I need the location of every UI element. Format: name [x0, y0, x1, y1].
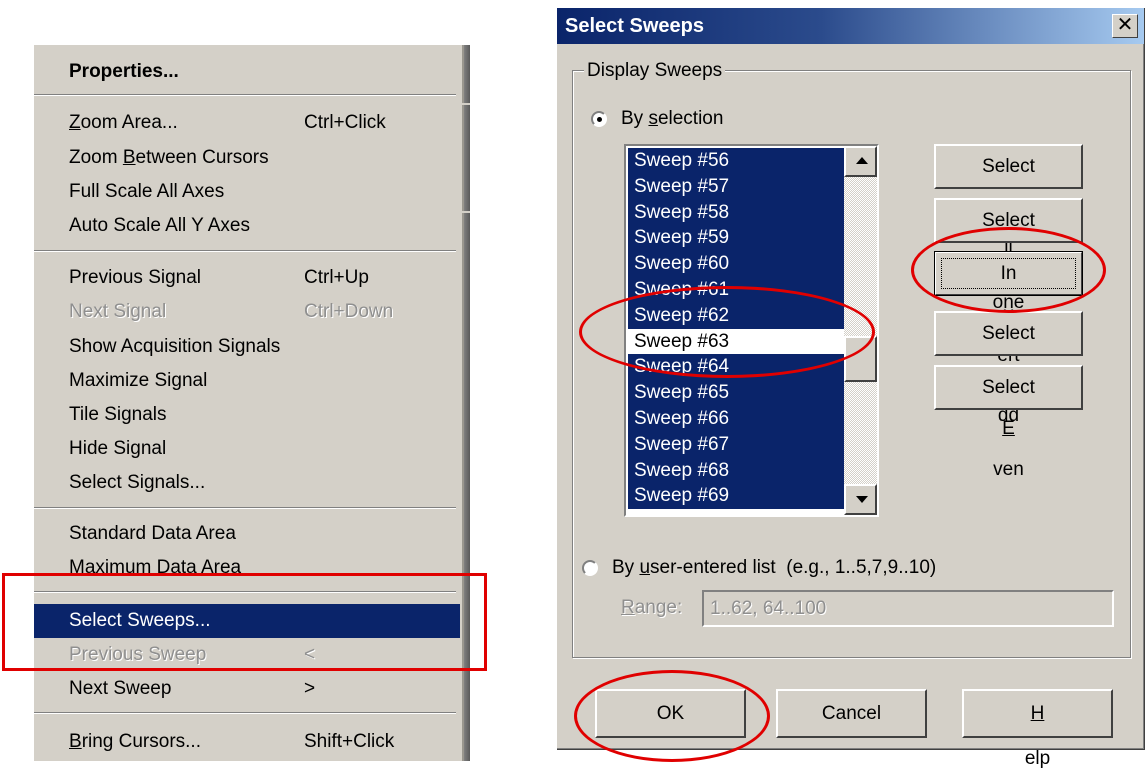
- menu-item-shortcut: Ctrl+Down: [304, 301, 394, 322]
- annotation-highlight-box: [2, 573, 487, 671]
- annotation-ellipse-invert: [911, 227, 1106, 313]
- menu-item-label: Full Scale All Axes: [69, 181, 225, 202]
- sweep-list-item[interactable]: Sweep #59: [628, 225, 844, 252]
- menu-item-previous-signal[interactable]: Previous Signal Ctrl+Up: [34, 261, 462, 295]
- menu-item-bring-cursors[interactable]: Bring Cursors... Shift+Click: [34, 725, 462, 759]
- menu-item-properties[interactable]: Properties...: [34, 55, 462, 89]
- range-value: 1..62, 64..100: [710, 598, 827, 619]
- menu-item-shortcut: >: [304, 678, 316, 699]
- menu-item-label: Show Acquisition Signals: [69, 336, 281, 357]
- select-all-button[interactable]: Select All: [934, 144, 1083, 259]
- menu-item-select-signals[interactable]: Select Signals...: [34, 466, 462, 500]
- menu-item-label: Zoom Between Cursors: [69, 147, 269, 168]
- menu-item-label: Next Sweep: [69, 678, 172, 699]
- menu-item-label: Hide Signal: [69, 438, 167, 459]
- help-button[interactable]: Help: [962, 689, 1113, 769]
- menu-item-zoom-area[interactable]: Zoom Area... Ctrl+Click: [34, 106, 462, 140]
- menu-item-label: Next Signal: [69, 301, 167, 322]
- arrow-down-icon: [856, 496, 868, 503]
- close-icon: ✕: [1116, 14, 1134, 36]
- scroll-up-button[interactable]: [844, 146, 877, 177]
- sweep-list-item[interactable]: Sweep #67: [628, 431, 844, 458]
- cancel-button[interactable]: Cancel: [776, 689, 927, 738]
- sweep-list-item[interactable]: Sweep #57: [628, 173, 844, 200]
- sweep-list-item[interactable]: Sweep #56: [628, 148, 844, 174]
- menu-item-label: Previous Signal: [69, 267, 202, 288]
- select-even-button[interactable]: Select Even: [934, 365, 1083, 480]
- sweep-list-item[interactable]: Sweep #66: [628, 405, 844, 432]
- dialog-title: Select Sweeps: [565, 15, 704, 37]
- close-button[interactable]: ✕: [1112, 14, 1138, 38]
- menu-item-zoom-between-cursors[interactable]: Zoom Between Cursors: [34, 141, 462, 175]
- menu-item-shortcut: Ctrl+Up: [304, 267, 369, 288]
- menu-item-label: Zoom Area...: [69, 112, 178, 133]
- radio-checked-dot: [597, 117, 602, 122]
- menu-separator: [34, 250, 456, 252]
- sweep-list-item[interactable]: Sweep #68: [628, 457, 844, 484]
- menu-item-label: Auto Scale All Y Axes: [69, 215, 250, 236]
- sweep-list-item[interactable]: Sweep #60: [628, 251, 844, 277]
- button-label: Cancel: [821, 703, 882, 724]
- sweep-list-item[interactable]: Sweep #65: [628, 380, 844, 406]
- annotation-ellipse-sweep-63: [579, 286, 875, 378]
- menu-item-full-scale[interactable]: Full Scale All Axes: [34, 175, 462, 209]
- menu-item-tile-signals[interactable]: Tile Signals: [34, 398, 462, 432]
- menu-item-auto-scale[interactable]: Auto Scale All Y Axes: [34, 209, 462, 243]
- menu-item-shortcut: Shift+Click: [304, 731, 395, 752]
- select-sweeps-dialog: Select Sweeps ✕ Display Sweeps By select…: [557, 8, 1145, 769]
- menu-item-next-signal: Next Signal Ctrl+Down: [34, 295, 462, 329]
- menu-edge-notch: [462, 211, 470, 213]
- dialog-titlebar[interactable]: Select Sweeps ✕: [557, 8, 1144, 44]
- radio-by-selection[interactable]: [591, 111, 607, 127]
- menu-item-hide-signal[interactable]: Hide Signal: [34, 432, 462, 466]
- menu-item-label: Maximize Signal: [69, 370, 208, 391]
- menu-item-label: Select Signals...: [69, 472, 206, 493]
- radio-by-user-list-label[interactable]: By user-entered list (e.g., 1..5,7,9..10…: [612, 556, 936, 580]
- menu-item-next-sweep[interactable]: Next Sweep >: [34, 672, 462, 706]
- menu-item-label: Bring Cursors...: [69, 731, 201, 752]
- accel-z: Z: [69, 112, 81, 133]
- sweep-list-item[interactable]: Sweep #69: [628, 483, 844, 510]
- button-label: Select Even: [982, 377, 1035, 480]
- menu-item-label: Standard Data Area: [69, 523, 236, 544]
- menu-item-maximize-signal[interactable]: Maximize Signal: [34, 364, 462, 398]
- radio-by-selection-label[interactable]: By selection: [621, 107, 723, 131]
- menu-edge-notch: [462, 103, 470, 105]
- button-label: Help: [1024, 703, 1051, 769]
- scroll-down-button[interactable]: [844, 484, 877, 515]
- range-label: Range:: [621, 597, 683, 618]
- annotation-ellipse-ok: [574, 670, 770, 762]
- menu-item-label: Properties...: [69, 61, 179, 82]
- menu-item-shortcut: Ctrl+Click: [304, 112, 386, 133]
- menu-item-label: Tile Signals: [69, 404, 167, 425]
- sweep-list-item[interactable]: Sweep #58: [628, 199, 844, 226]
- menu-item-show-acquisition-signals[interactable]: Show Acquisition Signals: [34, 330, 462, 364]
- menu-separator: [34, 507, 456, 509]
- menu-separator: [34, 94, 456, 96]
- menu-separator: [34, 712, 456, 714]
- arrow-up-icon: [856, 157, 868, 164]
- select-odd-button[interactable]: Select Odd: [934, 311, 1083, 426]
- menu-item-standard-data-area[interactable]: Standard Data Area: [34, 517, 462, 551]
- range-input[interactable]: 1..62, 64..100: [702, 590, 1114, 627]
- group-label: Display Sweeps: [584, 60, 726, 82]
- radio-by-user-list[interactable]: [582, 560, 598, 576]
